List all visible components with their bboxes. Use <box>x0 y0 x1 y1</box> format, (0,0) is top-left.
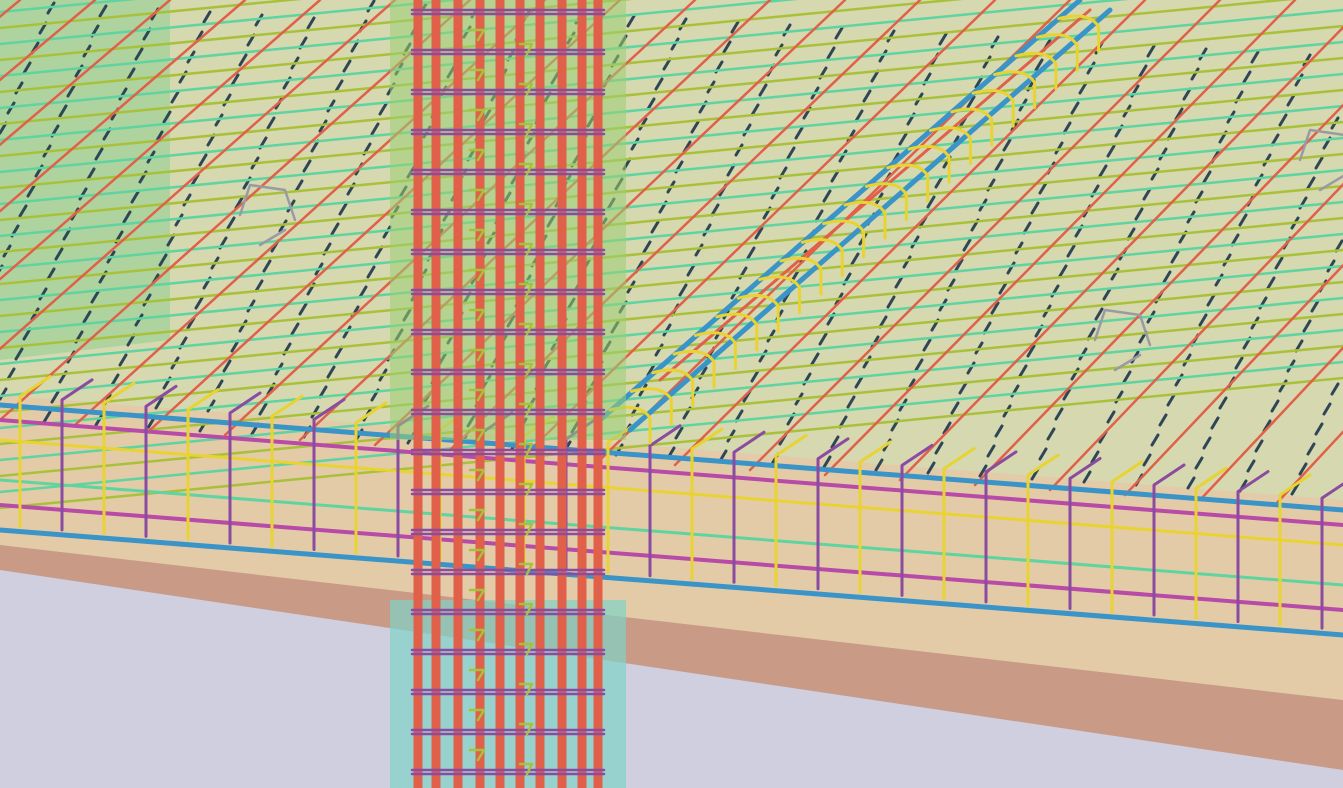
rebar-3d-scene <box>0 0 1343 788</box>
model-viewport[interactable] <box>0 0 1343 788</box>
